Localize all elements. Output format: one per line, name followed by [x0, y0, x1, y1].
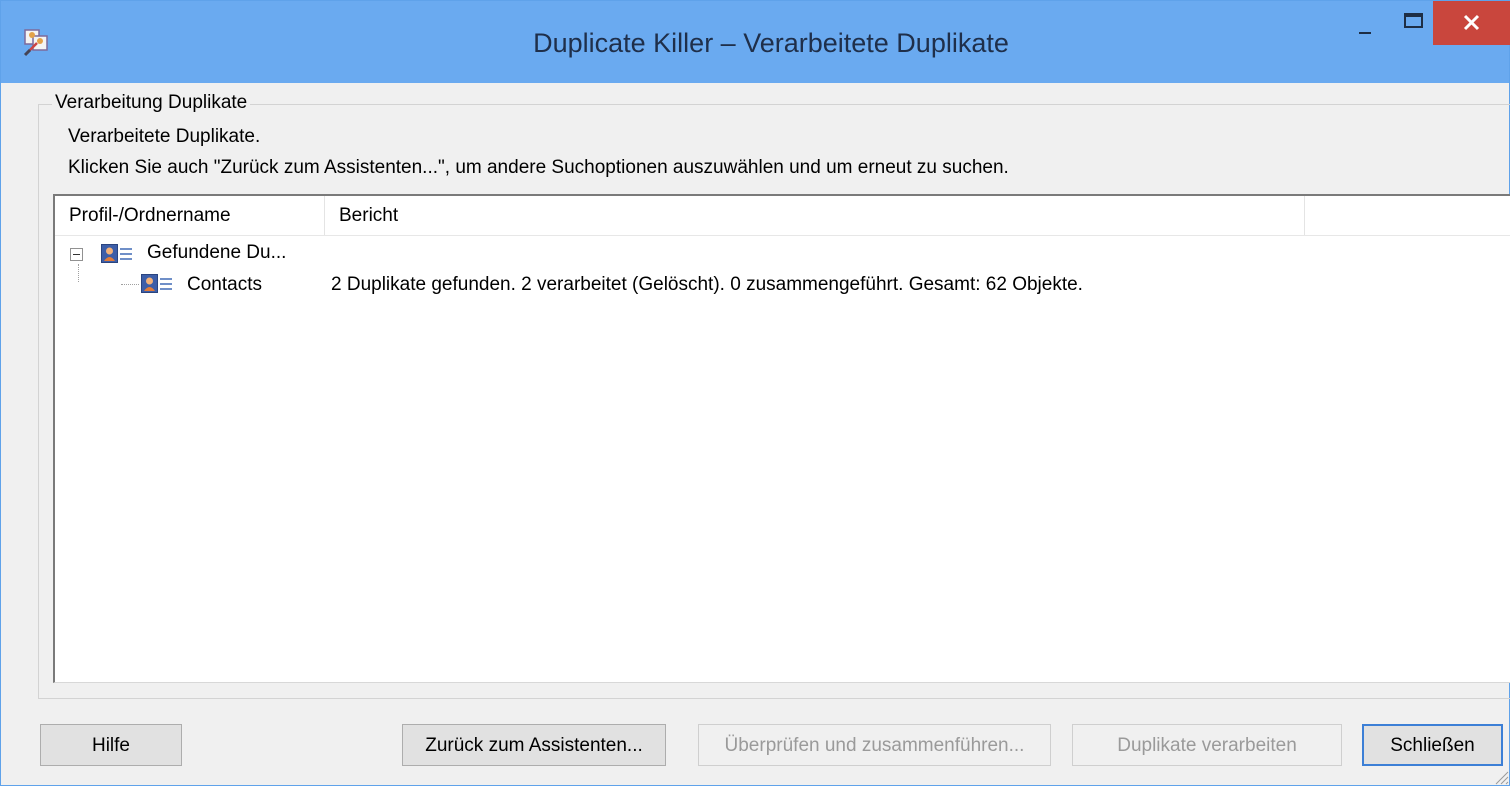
description-line-2: Klicken Sie auch "Zurück zum Assistenten…: [68, 157, 1009, 178]
tree-collapse-toggle[interactable]: [70, 248, 83, 261]
title-bar[interactable]: Duplicate Killer – Verarbeitete Duplikat…: [1, 1, 1510, 83]
review-and-merge-button: Überprüfen und zusammenführen...: [698, 724, 1051, 766]
tree-item-found-duplicates[interactable]: Gefundene Du...: [147, 241, 286, 265]
list-header: Profil-/Ordnername Bericht: [55, 196, 1510, 236]
resize-grip-icon[interactable]: [1491, 767, 1509, 785]
contact-card-icon: [101, 244, 132, 263]
tree-line: [78, 264, 79, 282]
contact-card-icon: [141, 274, 172, 293]
column-header-empty: [1305, 196, 1510, 235]
window-title: Duplicate Killer – Verarbeitete Duplikat…: [533, 28, 1009, 58]
minimize-icon: [1359, 32, 1371, 34]
description-line-1: Verarbeitete Duplikate.: [68, 126, 261, 147]
back-to-wizard-button[interactable]: Zurück zum Assistenten...: [402, 724, 666, 766]
report-text: 2 Duplikate gefunden. 2 verarbeitet (Gel…: [331, 274, 1083, 295]
tree-line: [121, 284, 139, 285]
tree-item-contacts[interactable]: Contacts: [187, 273, 262, 297]
close-button[interactable]: Schließen: [1362, 724, 1503, 766]
close-window-button[interactable]: [1433, 1, 1510, 45]
process-duplicates-button: Duplikate verarbeiten: [1072, 724, 1342, 766]
group-label: Verarbeitung Duplikate: [52, 91, 251, 115]
close-icon: [1463, 14, 1480, 31]
maximize-icon: [1404, 13, 1423, 28]
column-header-report[interactable]: Bericht: [325, 196, 1305, 235]
column-header-name[interactable]: Profil-/Ordnername: [55, 196, 325, 235]
help-button[interactable]: Hilfe: [40, 724, 182, 766]
maximize-button[interactable]: [1393, 1, 1433, 45]
minimize-button[interactable]: [1337, 1, 1393, 45]
dialog-window: Duplicate Killer – Verarbeitete Duplikat…: [0, 0, 1510, 786]
results-list[interactable]: Profil-/Ordnername Bericht Gefundene Du.…: [53, 194, 1510, 683]
